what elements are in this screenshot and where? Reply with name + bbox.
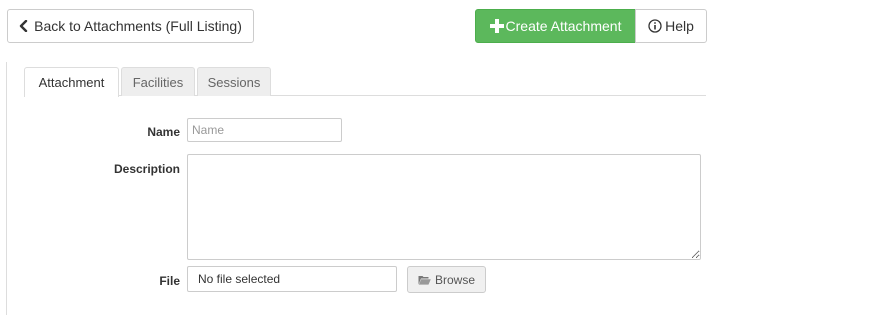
tab-facilities[interactable]: Facilities xyxy=(121,67,195,96)
browse-button[interactable]: Browse xyxy=(407,266,486,293)
browse-button-label: Browse xyxy=(434,272,475,287)
back-to-attachments-button[interactable]: Back to Attachments (Full Listing) xyxy=(7,9,254,43)
plus-icon xyxy=(489,19,504,33)
name-label: Name xyxy=(147,125,180,139)
chevron-left-icon xyxy=(19,20,28,32)
back-button-label: Back to Attachments (Full Listing) xyxy=(34,18,242,34)
description-label: Description xyxy=(113,162,180,176)
tab-sessions[interactable]: Sessions xyxy=(197,67,271,96)
content-border xyxy=(6,62,7,315)
create-button-label: Create Attachment xyxy=(505,18,622,34)
file-label: File xyxy=(159,274,180,288)
file-status-text: No file selected xyxy=(198,272,281,286)
description-textarea[interactable] xyxy=(187,154,701,260)
help-button[interactable]: Help xyxy=(635,9,707,43)
create-attachment-button[interactable]: Create Attachment xyxy=(475,9,636,43)
folder-open-icon xyxy=(418,275,431,285)
file-name-display[interactable]: No file selected xyxy=(187,266,397,292)
help-button-label: Help xyxy=(665,18,694,34)
tab-attachment[interactable]: Attachment xyxy=(24,67,119,97)
info-circle-icon xyxy=(648,19,662,33)
name-input[interactable] xyxy=(187,118,342,142)
